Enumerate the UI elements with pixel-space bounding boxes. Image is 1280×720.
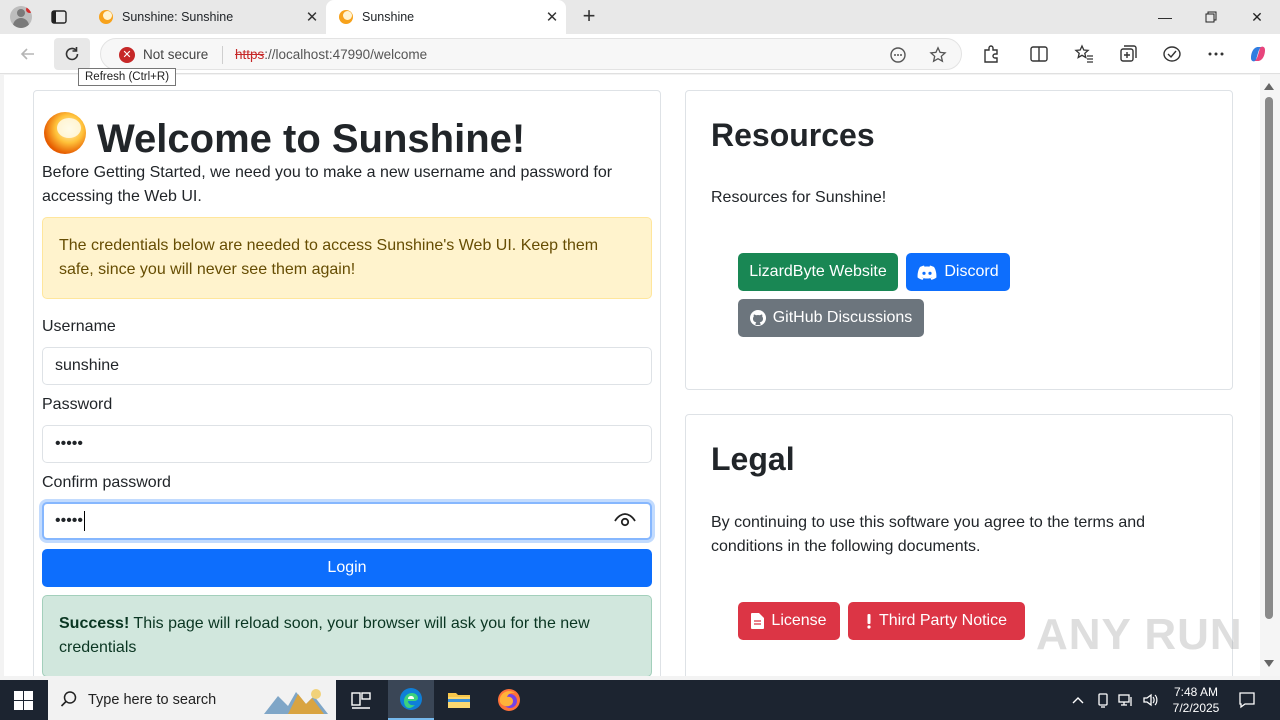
- security-label[interactable]: Not secure: [143, 47, 208, 62]
- tab-sunshine[interactable]: Sunshine ✕: [326, 0, 566, 34]
- more-options-icon[interactable]: [1206, 44, 1226, 64]
- task-view-icon: [351, 692, 371, 709]
- task-view-button[interactable]: [338, 680, 384, 720]
- resources-card: Resources Resources for Sunshine! Lizard…: [685, 90, 1233, 390]
- anyrun-watermark: ANY RUN: [1036, 610, 1243, 659]
- network-icon[interactable]: [1118, 692, 1134, 708]
- back-button[interactable]: [10, 38, 46, 70]
- show-hidden-icons-icon[interactable]: [1070, 692, 1086, 708]
- favorites-icon[interactable]: [1074, 44, 1094, 64]
- sunshine-logo-icon: [44, 112, 86, 154]
- tab-sunshine-sunshine[interactable]: Sunshine: Sunshine ✕: [86, 0, 326, 34]
- search-placeholder: Type here to search: [88, 692, 217, 708]
- reveal-password-icon[interactable]: [614, 513, 636, 529]
- file-explorer-taskbar-button[interactable]: [436, 680, 482, 720]
- resources-text: Resources for Sunshine!: [711, 189, 887, 206]
- not-secure-icon: ✕: [119, 47, 135, 63]
- url-text[interactable]: https://localhost:47990/welcome: [235, 47, 427, 62]
- edge-icon: [400, 688, 422, 710]
- firefox-icon: [498, 689, 520, 711]
- profile-avatar-icon[interactable]: [10, 6, 32, 28]
- close-tab-icon[interactable]: ✕: [538, 3, 566, 31]
- notification-center-icon[interactable]: [1238, 691, 1256, 709]
- tab-title: Sunshine: [362, 10, 415, 24]
- document-icon: [751, 613, 765, 629]
- lizardbyte-website-label: LizardByte Website: [749, 263, 887, 280]
- tab-actions-icon[interactable]: [50, 8, 68, 26]
- legal-text: By continuing to use this software you a…: [711, 514, 1146, 555]
- windows-start-icon[interactable]: [14, 691, 33, 710]
- edge-taskbar-button[interactable]: [388, 680, 434, 720]
- folder-icon: [448, 693, 470, 708]
- scroll-down-arrow-icon[interactable]: [1264, 660, 1274, 667]
- system-clock[interactable]: 7:48 AM 7/2/2025: [1168, 684, 1224, 716]
- taskbar-search-box[interactable]: Type here to search: [48, 680, 336, 720]
- minimize-button[interactable]: —: [1142, 0, 1188, 34]
- address-bar[interactable]: ✕ Not secure https://localhost:47990/wel…: [100, 38, 962, 70]
- scroll-thumb[interactable]: [1265, 97, 1273, 619]
- browser-essentials-icon[interactable]: [1162, 44, 1182, 64]
- browser-tab-strip: Sunshine: Sunshine ✕ Sunshine ✕ + — ✕: [0, 0, 1280, 34]
- success-text: This page will reload soon, your browser…: [59, 615, 590, 656]
- clock-time: 7:48 AM: [1173, 685, 1219, 699]
- intro-text: Before Getting Started, we need you to m…: [42, 164, 613, 205]
- login-button[interactable]: Login: [42, 549, 652, 587]
- confirm-password-label: Confirm password: [42, 474, 171, 491]
- split-screen-icon[interactable]: [1029, 44, 1049, 64]
- username-label: Username: [42, 318, 116, 335]
- volume-icon[interactable]: [1142, 692, 1158, 708]
- restore-button[interactable]: [1188, 0, 1234, 34]
- password-input[interactable]: •••••: [42, 425, 652, 463]
- read-aloud-icon[interactable]: [889, 46, 907, 64]
- license-label: License: [771, 612, 827, 629]
- close-tab-icon[interactable]: ✕: [298, 3, 326, 31]
- success-alert: Success! This page will reload soon, you…: [42, 595, 652, 676]
- tab-title: Sunshine: Sunshine: [122, 10, 234, 24]
- refresh-tooltip: Refresh (Ctrl+R): [78, 68, 177, 86]
- credentials-warning: The credentials below are needed to acce…: [42, 217, 652, 299]
- search-highlight-illustration-icon: [264, 689, 328, 714]
- third-party-notice-label: Third Party Notice: [878, 612, 1008, 629]
- device-tray-icon[interactable]: [1095, 692, 1111, 708]
- scroll-up-arrow-icon[interactable]: [1264, 83, 1274, 90]
- back-arrow-icon: [20, 48, 34, 60]
- github-icon: [749, 310, 766, 326]
- github-discussions-label: GitHub Discussions: [772, 309, 913, 326]
- refresh-button[interactable]: [54, 38, 90, 70]
- page-scrollbar[interactable]: [1260, 75, 1280, 676]
- search-icon: [60, 691, 77, 707]
- confirm-password-input[interactable]: •••••: [42, 502, 652, 540]
- license-button[interactable]: License: [738, 602, 840, 640]
- welcome-card: Welcome to Sunshine! Before Getting Star…: [33, 90, 661, 676]
- clock-date: 7/2/2025: [1172, 701, 1220, 715]
- discord-label: Discord: [944, 263, 999, 280]
- third-party-notice-button[interactable]: Third Party Notice: [848, 602, 1025, 640]
- confirm-password-value: •••••: [55, 512, 84, 529]
- browser-toolbar: ✕ Not secure https://localhost:47990/wel…: [0, 34, 1280, 74]
- username-input[interactable]: sunshine: [42, 347, 652, 385]
- new-tab-button[interactable]: +: [576, 4, 602, 30]
- lizardbyte-website-button[interactable]: LizardByte Website: [738, 253, 898, 291]
- extensions-icon[interactable]: [981, 44, 1001, 64]
- legal-title: Legal: [711, 441, 795, 477]
- page-title: Welcome to Sunshine!: [97, 117, 526, 161]
- copilot-icon[interactable]: [1248, 44, 1268, 64]
- exclamation-icon: [867, 614, 871, 629]
- refresh-icon: [65, 47, 79, 61]
- success-strong: Success!: [59, 615, 130, 632]
- resources-title: Resources: [711, 117, 875, 153]
- warning-text: The credentials below are needed to acce…: [59, 237, 599, 278]
- password-label: Password: [42, 396, 113, 413]
- sunshine-favicon-icon: [99, 10, 113, 24]
- collections-icon[interactable]: [1118, 44, 1138, 64]
- sunshine-favicon-icon: [339, 10, 353, 24]
- close-window-button[interactable]: ✕: [1234, 0, 1280, 34]
- firefox-taskbar-button[interactable]: [486, 680, 532, 720]
- discord-button[interactable]: Discord: [906, 253, 1010, 291]
- discord-icon: [917, 265, 937, 280]
- page-viewport: Welcome to Sunshine! Before Getting Star…: [4, 75, 1260, 676]
- favorite-star-icon[interactable]: [929, 46, 947, 64]
- github-discussions-button[interactable]: GitHub Discussions: [738, 299, 924, 337]
- windows-taskbar: Type here to search 7:48 AM 7/2/2025: [0, 680, 1280, 720]
